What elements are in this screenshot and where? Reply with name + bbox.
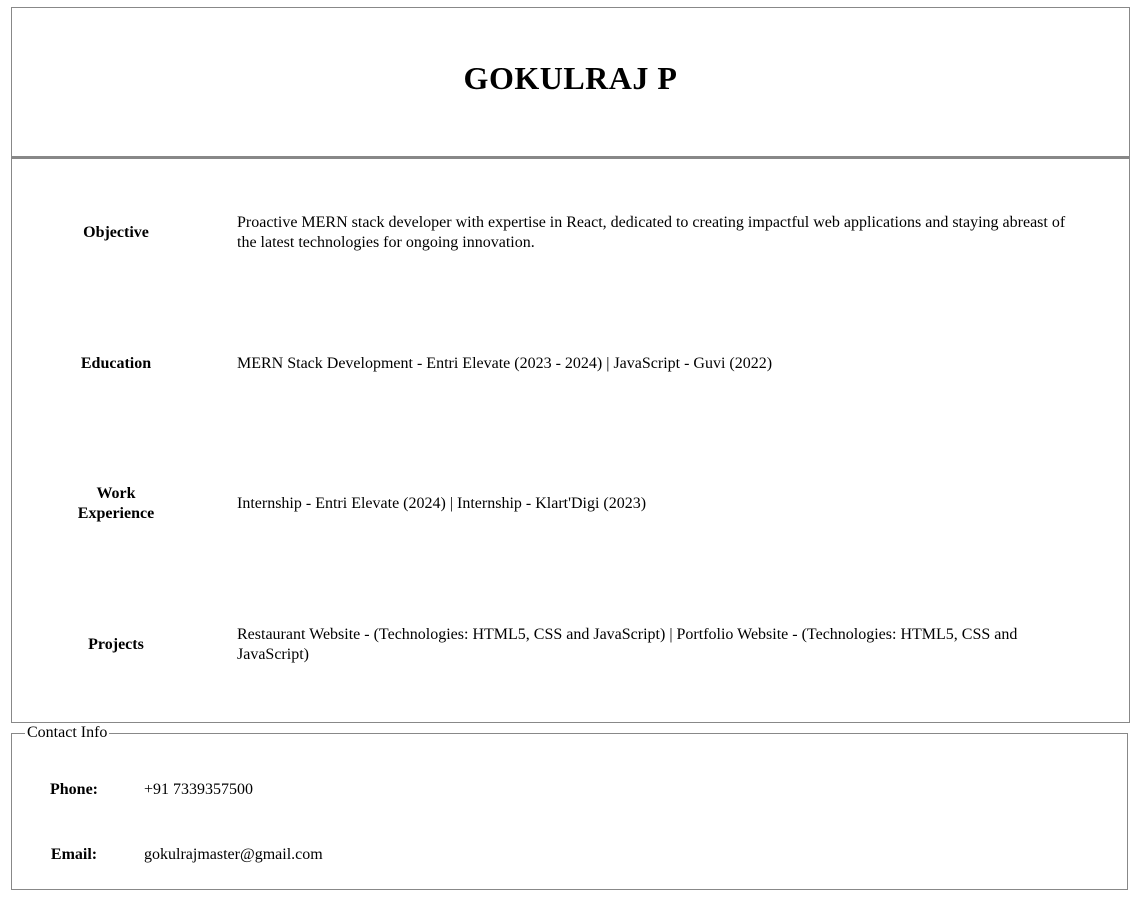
row-content-work-experience: Internship - Entri Elevate (2024) | Inte… [237,495,647,512]
email-value: gokulrajmaster@gmail.com [144,846,323,863]
email-label: Email: [50,846,98,863]
row-label-education: Education [80,355,152,372]
row-label-work-experience: Work Experience [77,485,155,522]
page-title: GOKULRAJ P [463,59,678,96]
contact-info-legend: Contact Info [27,724,108,741]
row-content-objective: Proactive MERN stack developer with expe… [237,214,1066,251]
resume-table: Objective Proactive MERN stack developer… [11,157,1130,723]
phone-value: +91 7339357500 [144,781,254,798]
row-content-projects: Restaurant Website - (Technologies: HTML… [237,626,1018,663]
contact-info-fieldset: Contact Info Phone: +91 7339357500 Email… [11,724,1128,890]
row-label-objective: Objective [83,224,149,241]
phone-label: Phone: [50,781,98,798]
row-label-projects: Projects [88,636,144,653]
row-content-education: MERN Stack Development - Entri Elevate (… [237,355,773,372]
header-section: GOKULRAJ P [11,7,1130,157]
